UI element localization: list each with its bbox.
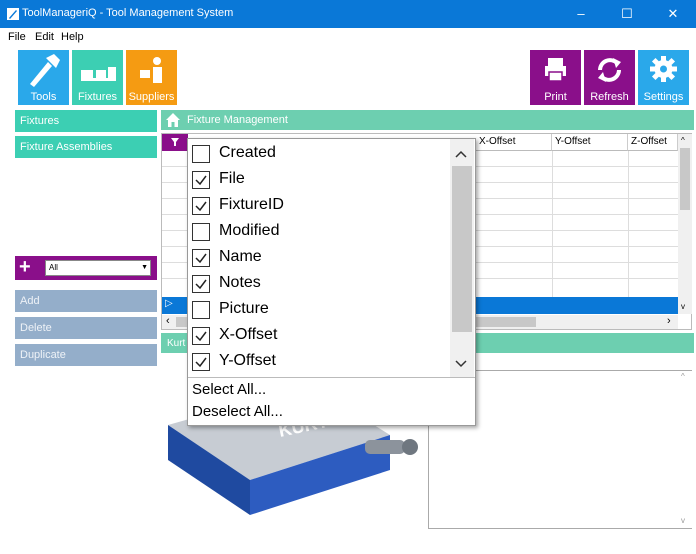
sidebar-item-fixture-assemblies[interactable]: Fixture Assemblies bbox=[15, 136, 157, 158]
plus-icon[interactable]: + bbox=[19, 257, 35, 277]
check-icon bbox=[195, 201, 207, 212]
fixtures-icon bbox=[81, 67, 116, 81]
settings-label: Settings bbox=[643, 91, 684, 103]
fixtures-label: Fixtures bbox=[77, 91, 118, 103]
scroll-down-icon[interactable]: v bbox=[681, 516, 685, 525]
column-divider bbox=[552, 151, 553, 300]
column-option-notes[interactable]: Notes bbox=[192, 271, 452, 297]
column-option-x-offset[interactable]: X-Offset bbox=[192, 323, 452, 349]
check-icon bbox=[195, 279, 207, 290]
section-title: Fixture Management bbox=[187, 114, 288, 126]
tools-icon bbox=[30, 54, 60, 87]
column-option-modified[interactable]: Modified bbox=[192, 219, 452, 245]
suppliers-button[interactable]: Suppliers bbox=[126, 50, 177, 105]
scroll-up-icon[interactable]: ^ bbox=[681, 372, 685, 381]
print-button[interactable]: Print bbox=[530, 50, 581, 105]
refresh-label: Refresh bbox=[590, 91, 629, 103]
scroll-up-icon[interactable]: ^ bbox=[681, 136, 685, 145]
column-divider bbox=[628, 151, 629, 300]
divider bbox=[188, 377, 475, 378]
column-option-label: Created bbox=[219, 144, 276, 161]
scroll-down-icon[interactable]: v bbox=[681, 302, 685, 311]
suppliers-label: Suppliers bbox=[128, 91, 175, 103]
deselect-all-button[interactable]: Deselect All... bbox=[192, 403, 283, 420]
column-option-label: Name bbox=[219, 248, 262, 265]
check-icon bbox=[195, 175, 207, 186]
checkbox[interactable] bbox=[192, 301, 210, 319]
filter-bar: + All ▼ bbox=[15, 256, 157, 280]
tools-label: Tools bbox=[30, 91, 57, 103]
row-indicator-icon: ▷ bbox=[165, 298, 173, 309]
menu-edit[interactable]: Edit bbox=[35, 31, 54, 43]
scroll-left-icon[interactable]: ‹ bbox=[166, 315, 170, 327]
maximize-button[interactable]: ☐ bbox=[604, 0, 650, 28]
column-header-x-offset[interactable]: X-Offset bbox=[476, 134, 552, 151]
column-option-label: Picture bbox=[219, 300, 269, 317]
column-option-label: Notes bbox=[219, 274, 261, 291]
detail-title: Kurt bbox=[167, 338, 186, 349]
checkbox[interactable] bbox=[192, 327, 210, 345]
column-option-label: File bbox=[219, 170, 245, 187]
filter-select[interactable]: All ▼ bbox=[45, 260, 151, 276]
gear-icon bbox=[650, 56, 677, 82]
checkbox[interactable] bbox=[192, 275, 210, 293]
app-icon bbox=[7, 8, 19, 20]
column-option-y-offset[interactable]: Y-Offset bbox=[192, 349, 452, 375]
menu-file[interactable]: File bbox=[8, 31, 26, 43]
checkbox[interactable] bbox=[192, 249, 210, 267]
column-option-label: Y-Offset bbox=[219, 352, 276, 369]
title-bar: ToolManageriQ - Tool Management System –… bbox=[0, 0, 696, 28]
check-icon bbox=[195, 253, 207, 264]
check-icon bbox=[195, 357, 207, 368]
checkbox[interactable] bbox=[192, 171, 210, 189]
scroll-right-icon[interactable]: › bbox=[667, 315, 671, 327]
close-button[interactable]: ✕ bbox=[650, 0, 696, 28]
print-label: Print bbox=[544, 91, 567, 103]
menu-help[interactable]: Help bbox=[61, 31, 84, 43]
checkbox[interactable] bbox=[192, 223, 210, 241]
notes-scrollbar[interactable]: ^ v bbox=[679, 371, 692, 528]
printer-icon bbox=[545, 58, 566, 82]
grid-filter-header[interactable] bbox=[162, 134, 188, 151]
sidebar-item-fixtures[interactable]: Fixtures bbox=[15, 110, 157, 132]
popup-scroll-thumb[interactable] bbox=[452, 166, 472, 332]
home-icon[interactable] bbox=[165, 112, 181, 128]
filter-icon bbox=[171, 138, 179, 146]
column-header-y-offset[interactable]: Y-Offset bbox=[552, 134, 628, 151]
column-option-label: FixtureID bbox=[219, 196, 284, 213]
suppliers-icon bbox=[140, 57, 162, 83]
tools-button[interactable]: Tools bbox=[18, 50, 69, 105]
column-header-z-offset[interactable]: Z-Offset bbox=[628, 134, 678, 151]
refresh-icon bbox=[598, 58, 621, 82]
minimize-button[interactable]: – bbox=[558, 0, 604, 28]
chevron-up-icon[interactable] bbox=[455, 149, 467, 159]
refresh-button[interactable]: Refresh bbox=[584, 50, 635, 105]
column-option-created[interactable]: Created bbox=[192, 141, 452, 167]
check-icon bbox=[195, 331, 207, 342]
section-header: Fixture Management bbox=[161, 110, 694, 130]
checkbox[interactable] bbox=[192, 197, 210, 215]
select-all-button[interactable]: Select All... bbox=[192, 381, 266, 398]
window-title: ToolManageriQ - Tool Management System bbox=[22, 7, 234, 19]
fixtures-button[interactable]: Fixtures bbox=[72, 50, 123, 105]
vertical-scrollbar[interactable]: ^ v bbox=[678, 134, 692, 314]
checkbox[interactable] bbox=[192, 145, 210, 163]
duplicate-button[interactable]: Duplicate bbox=[15, 344, 157, 366]
delete-button[interactable]: Delete bbox=[15, 317, 157, 339]
column-option-name[interactable]: Name bbox=[192, 245, 452, 271]
filter-select-value: All bbox=[49, 263, 58, 272]
chevron-down-icon[interactable] bbox=[455, 359, 467, 369]
column-option-label: Modified bbox=[219, 222, 280, 239]
checkbox[interactable] bbox=[192, 353, 210, 371]
menu-bar: File Edit Help bbox=[0, 28, 696, 48]
column-chooser-popup[interactable]: Created File FixtureID Modified Name Not… bbox=[187, 138, 476, 426]
scroll-thumb[interactable] bbox=[680, 148, 690, 210]
column-option-label: X-Offset bbox=[219, 326, 278, 343]
add-button[interactable]: Add bbox=[15, 290, 157, 312]
chevron-down-icon: ▼ bbox=[141, 264, 148, 271]
column-option-file[interactable]: File bbox=[192, 167, 452, 193]
column-option-fixtureid[interactable]: FixtureID bbox=[192, 193, 452, 219]
column-option-picture[interactable]: Picture bbox=[192, 297, 452, 323]
settings-button[interactable]: Settings bbox=[638, 50, 689, 105]
